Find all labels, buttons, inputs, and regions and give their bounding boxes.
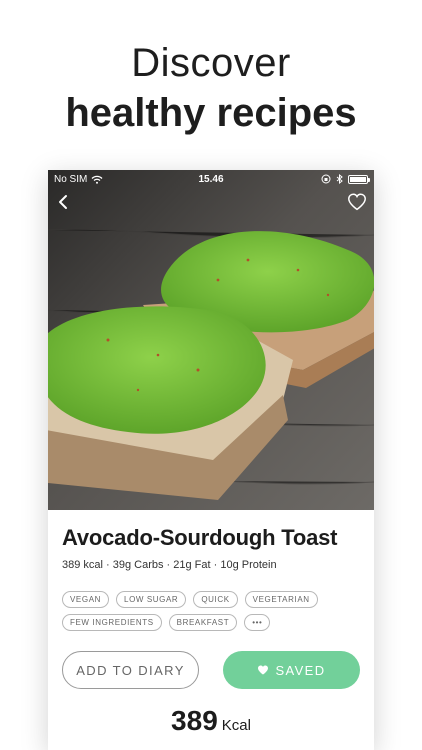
add-to-diary-label: ADD TO DIARY (76, 662, 185, 678)
more-tags-button[interactable]: ••• (244, 614, 271, 631)
recipe-photo (48, 170, 374, 510)
tag-breakfast[interactable]: BREAKFAST (168, 614, 238, 631)
energy-summary: 389 Kcal (62, 705, 360, 737)
tag-low-sugar[interactable]: LOW SUGAR (116, 591, 187, 608)
recipe-tags: VEGAN LOW SUGAR QUICK VEGETARIAN FEW ING… (62, 591, 362, 631)
wifi-icon (91, 175, 103, 184)
recipe-details-card: Avocado-Sourdough Toast 389 kcal · 39g C… (48, 510, 374, 750)
tag-few-ingredients[interactable]: FEW INGREDIENTS (62, 614, 162, 631)
energy-value: 389 (171, 705, 218, 736)
recipe-macros: 389 kcal · 39g Carbs · 21g Fat · 10g Pro… (62, 559, 277, 571)
carrier-label: No SIM (54, 173, 88, 185)
battery-icon (348, 174, 370, 184)
chevron-left-icon (59, 195, 67, 209)
headline-line-1: Discover (131, 41, 291, 85)
bluetooth-icon (336, 174, 343, 184)
favorite-button[interactable] (346, 191, 368, 213)
status-bar: No SIM 15.46 (48, 170, 374, 188)
heart-filled-icon (258, 665, 269, 675)
recipe-title: Avocado-Sourdough Toast (62, 525, 338, 550)
tag-vegan[interactable]: VEGAN (62, 591, 110, 608)
heart-outline-icon (348, 193, 366, 211)
avocado-toast-image (48, 170, 374, 510)
action-buttons: ADD TO DIARY SAVED (62, 651, 360, 689)
headline-line-2: healthy recipes (65, 91, 357, 135)
tag-quick[interactable]: QUICK (193, 591, 238, 608)
energy-unit: Kcal (221, 717, 251, 734)
rotation-lock-icon (321, 174, 331, 184)
saved-label: SAVED (275, 662, 326, 678)
back-button[interactable] (54, 192, 74, 212)
saved-button[interactable]: SAVED (223, 651, 360, 689)
add-to-diary-button[interactable]: ADD TO DIARY (62, 651, 199, 689)
tag-vegetarian[interactable]: VEGETARIAN (244, 591, 318, 608)
headline: Discover healthy recipes (0, 40, 422, 138)
